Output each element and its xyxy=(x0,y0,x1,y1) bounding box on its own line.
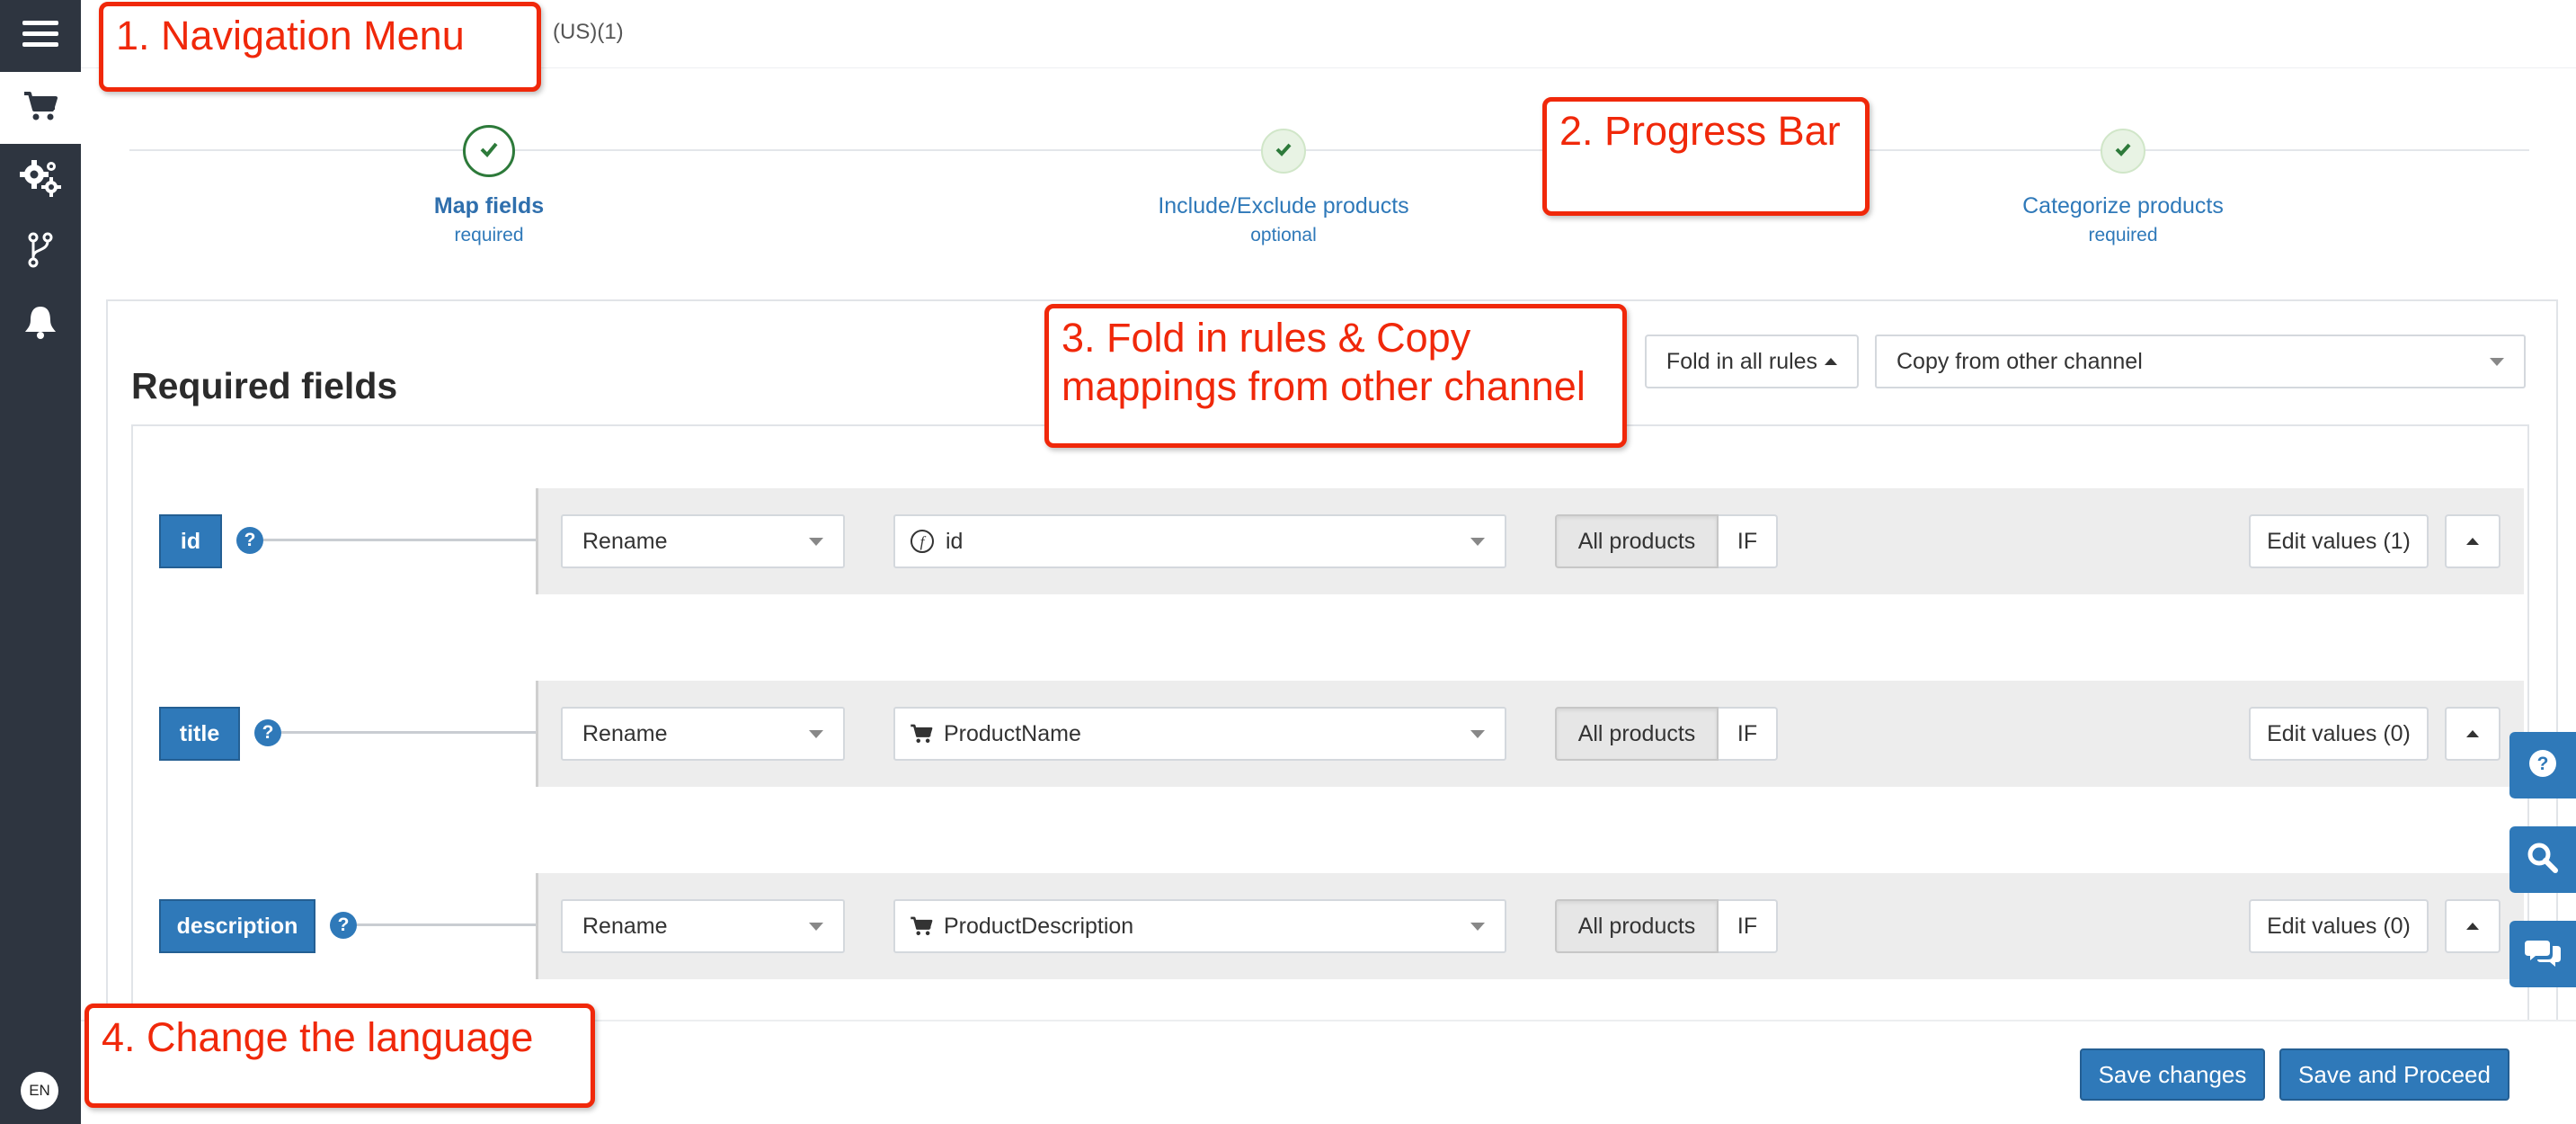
edit-values-button[interactable]: Edit values (1) xyxy=(2249,514,2429,568)
annotation-text: 1. Navigation Menu xyxy=(116,13,465,58)
help-icon[interactable]: ? xyxy=(254,719,281,746)
function-icon: f xyxy=(910,529,935,554)
step-1-title[interactable]: Map fields xyxy=(264,193,714,219)
chat-icon xyxy=(2525,937,2561,972)
step-3-title[interactable]: Categorize products xyxy=(1898,193,2348,219)
source-value: id xyxy=(946,528,964,554)
fold-all-rules-button[interactable]: Fold in all rules xyxy=(1645,335,1859,388)
scope-all-products-toggle[interactable]: All products xyxy=(1555,899,1719,953)
check-icon xyxy=(2114,142,2132,161)
field-label-id[interactable]: id xyxy=(159,514,222,568)
source-field-select[interactable]: ProductDescription xyxy=(893,899,1506,953)
chevron-down-icon xyxy=(2490,358,2504,366)
source-field-select[interactable]: f id xyxy=(893,514,1506,568)
annotation-progress-bar: 2. Progress Bar xyxy=(1542,97,1870,216)
cart-icon xyxy=(910,915,933,937)
cart-icon xyxy=(910,723,933,745)
sidebar-item-notifications[interactable] xyxy=(0,288,81,360)
cart-icon xyxy=(22,90,58,127)
annotation-text: 3. Fold in rules & Copy xyxy=(1061,315,1471,361)
annotation-text: 4. Change the language xyxy=(102,1014,534,1060)
connector-line xyxy=(281,731,536,734)
menu-button[interactable] xyxy=(0,0,81,72)
check-icon xyxy=(1275,142,1292,161)
annotation-text: mappings from other channel xyxy=(1061,363,1586,409)
save-and-proceed-button[interactable]: Save and Proceed xyxy=(2279,1048,2509,1101)
account-label: (US)(1) xyxy=(553,20,624,44)
step-1-indicator[interactable] xyxy=(463,125,515,177)
step-2-subtitle: optional xyxy=(1250,225,1317,245)
gears-icon xyxy=(20,159,61,201)
help-icon[interactable]: ? xyxy=(330,912,357,939)
help-icon: ? xyxy=(2527,748,2558,783)
annotation-fold-copy: 3. Fold in rules & Copy mappings from ot… xyxy=(1044,304,1627,448)
sidebar-navigation: EN xyxy=(0,0,81,1124)
caret-up-icon xyxy=(2466,538,2479,545)
branch-icon xyxy=(28,232,53,272)
action-select[interactable]: Rename xyxy=(561,707,845,761)
copy-from-channel-select[interactable]: Copy from other channel xyxy=(1875,335,2526,388)
help-tool-button[interactable]: ? xyxy=(2509,732,2576,798)
annotation-change-language: 4. Change the language xyxy=(84,1004,595,1108)
connector-line xyxy=(357,923,536,926)
svg-text:f: f xyxy=(920,533,927,550)
help-icon[interactable]: ? xyxy=(236,527,263,554)
check-icon xyxy=(479,141,499,162)
chevron-down-icon xyxy=(809,538,823,546)
sidebar-item-flows[interactable] xyxy=(0,216,81,288)
action-value: Rename xyxy=(582,913,668,939)
annotation-navigation-menu: 1. Navigation Menu xyxy=(99,2,541,92)
section-title: Required fields xyxy=(131,365,398,406)
action-value: Rename xyxy=(582,720,668,746)
svg-text:?: ? xyxy=(2537,754,2549,774)
language-switcher[interactable]: EN xyxy=(21,1072,58,1110)
scope-if-toggle[interactable]: IF xyxy=(1719,707,1778,761)
annotation-text: 2. Progress Bar xyxy=(1559,108,1841,154)
copy-from-channel-label: Copy from other channel xyxy=(1896,348,2143,374)
bell-icon xyxy=(23,304,58,344)
chat-tool-button[interactable] xyxy=(2509,921,2576,987)
menu-icon xyxy=(22,19,58,54)
field-label-description[interactable]: description xyxy=(159,899,315,953)
collapse-row-button[interactable] xyxy=(2445,514,2500,568)
caret-up-icon xyxy=(1825,358,1838,365)
chevron-down-icon xyxy=(1470,730,1485,738)
action-select[interactable]: Rename xyxy=(561,899,845,953)
scope-if-toggle[interactable]: IF xyxy=(1719,899,1778,953)
edit-values-button[interactable]: Edit values (0) xyxy=(2249,707,2429,761)
fold-all-rules-label: Fold in all rules xyxy=(1666,348,1818,374)
chevron-down-icon xyxy=(1470,538,1485,546)
step-2-title[interactable]: Include/Exclude products xyxy=(1059,193,1508,219)
action-value: Rename xyxy=(582,528,668,554)
caret-up-icon xyxy=(2466,730,2479,737)
collapse-row-button[interactable] xyxy=(2445,899,2500,953)
field-label-title[interactable]: title xyxy=(159,707,240,761)
scope-if-toggle[interactable]: IF xyxy=(1719,514,1778,568)
chevron-down-icon xyxy=(809,923,823,931)
chevron-down-icon xyxy=(809,730,823,738)
search-icon xyxy=(2527,842,2559,879)
scope-all-products-toggle[interactable]: All products xyxy=(1555,707,1719,761)
action-select[interactable]: Rename xyxy=(561,514,845,568)
sidebar-item-settings[interactable] xyxy=(0,144,81,216)
source-field-select[interactable]: ProductName xyxy=(893,707,1506,761)
connector-line xyxy=(263,539,536,541)
step-3-subtitle: required xyxy=(2088,225,2158,245)
collapse-row-button[interactable] xyxy=(2445,707,2500,761)
save-changes-button[interactable]: Save changes xyxy=(2080,1048,2265,1101)
step-2-indicator[interactable] xyxy=(1261,129,1306,174)
search-tool-button[interactable] xyxy=(2509,826,2576,893)
sidebar-item-products[interactable] xyxy=(0,72,81,144)
source-value: ProductName xyxy=(944,720,1081,746)
caret-up-icon xyxy=(2466,923,2479,930)
step-1-subtitle: required xyxy=(454,225,524,245)
edit-values-button[interactable]: Edit values (0) xyxy=(2249,899,2429,953)
step-3-indicator[interactable] xyxy=(2101,129,2145,174)
scope-all-products-toggle[interactable]: All products xyxy=(1555,514,1719,568)
chevron-down-icon xyxy=(1470,923,1485,931)
source-value: ProductDescription xyxy=(944,913,1134,939)
